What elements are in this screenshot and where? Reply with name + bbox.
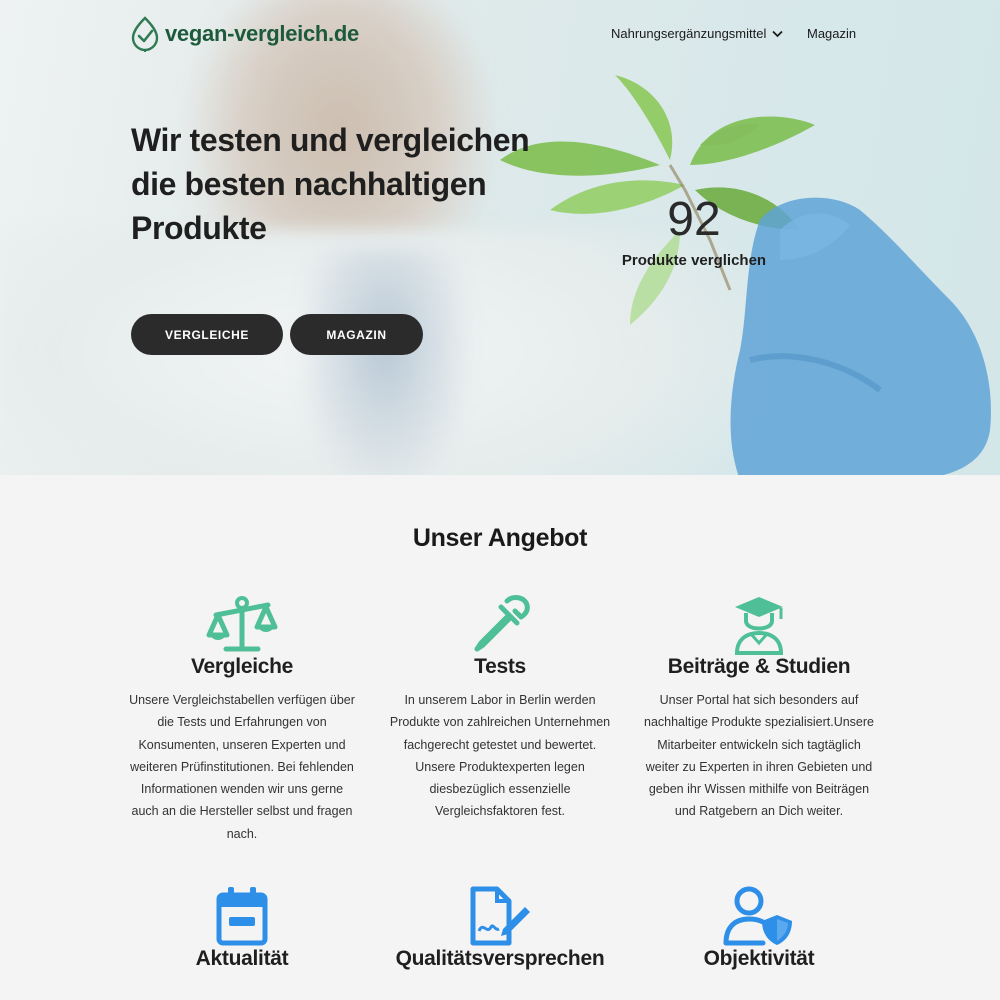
- hero-title: Wir testen und vergleichen die besten na…: [131, 122, 530, 246]
- feature-title: Vergleiche: [190, 655, 294, 678]
- nav-item-label: Nahrungsergänzungsmittel: [611, 26, 767, 41]
- section-title-angebot: Unser Angebot: [412, 524, 588, 552]
- nav-item-magazin[interactable]: Magazin: [807, 26, 856, 41]
- main-nav: Nahrungsergänzungsmittel Magazin: [0, 26, 1000, 46]
- counter-value: 92: [667, 193, 721, 246]
- feature-title: Aktualität: [195, 947, 289, 970]
- feature-title: Tests: [474, 655, 526, 678]
- feature-text: Unsere Vergleichstabellen verfügen über …: [129, 693, 355, 841]
- calendar-icon: [216, 887, 268, 946]
- counter-label: Produkte verglichen: [621, 252, 767, 269]
- feature-text: Unser Portal hat sich besonders auf nach…: [644, 693, 874, 819]
- magazin-button[interactable]: MAGAZIN: [290, 314, 423, 355]
- scale-icon: [206, 596, 278, 652]
- document-signature-icon: [470, 886, 530, 946]
- feature-vergleiche: Vergleiche Unsere Vergleichstabellen ver…: [126, 593, 358, 845]
- feature-title: Objektivität: [703, 947, 815, 970]
- hero-section: vegan-vergleich.de Nahrungsergänzungsmit…: [0, 0, 1000, 475]
- vergleiche-button[interactable]: VERGLEICHE: [131, 314, 283, 355]
- user-shield-icon: [723, 886, 792, 946]
- feature-text: In unserem Labor in Berlin werden Produk…: [389, 693, 611, 819]
- feature-tests: Tests In unserem Labor in Berlin werden …: [384, 593, 616, 823]
- feature-qualitaetsversprechen: Qualitätsversprechen: [384, 885, 616, 971]
- feature-aktualitaet: Aktualität: [126, 885, 358, 971]
- pipette-icon: [474, 595, 530, 652]
- feature-title: Beiträge & Studien: [667, 655, 851, 678]
- feature-objektivitaet: Objektivität: [643, 885, 875, 971]
- graduate-icon: [734, 597, 784, 655]
- feature-beitraege-studien: Beiträge & Studien Unser Portal hat sich…: [643, 593, 875, 823]
- product-counter: 92 Produkte verglichen: [620, 192, 768, 269]
- chevron-down-icon: [772, 30, 784, 37]
- feature-title: Qualitätsversprechen: [395, 947, 605, 970]
- nav-item-nahrungsergaenzungsmittel[interactable]: Nahrungsergänzungsmittel: [611, 26, 784, 41]
